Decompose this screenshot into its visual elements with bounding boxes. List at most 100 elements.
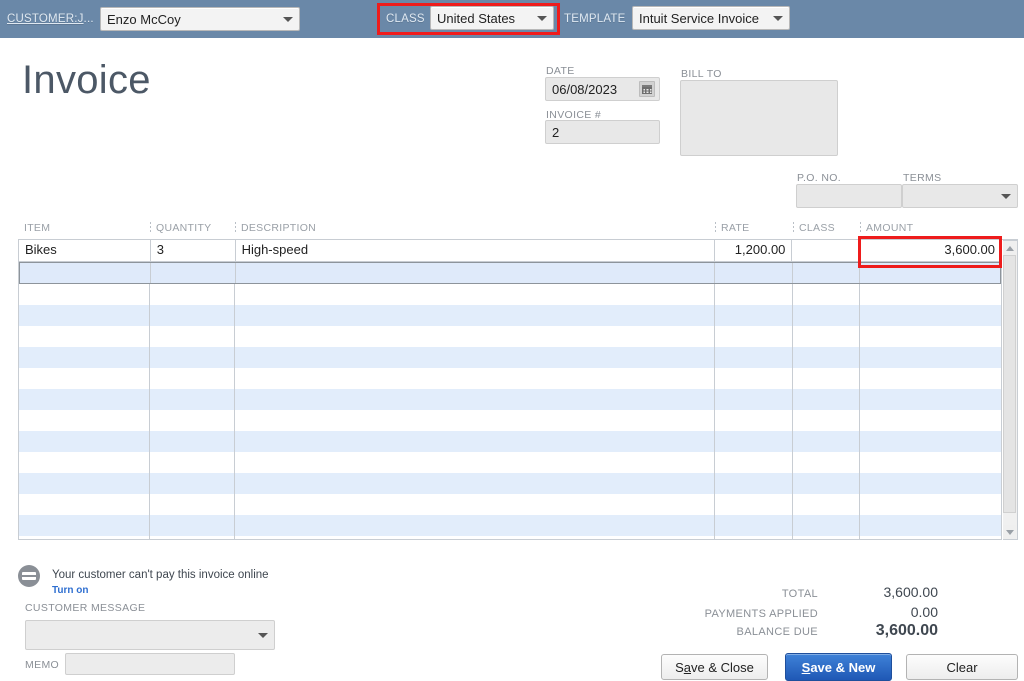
cell-description[interactable] <box>235 368 715 389</box>
cell-amount[interactable] <box>860 410 1000 431</box>
cell-description[interactable] <box>235 515 715 536</box>
turn-on-link[interactable]: Turn on <box>52 585 269 596</box>
cell-item[interactable] <box>19 305 150 326</box>
cell-amount[interactable] <box>860 305 1000 326</box>
cell-item[interactable] <box>19 389 150 410</box>
class-dropdown[interactable]: United States <box>430 6 554 30</box>
template-dropdown[interactable]: Intuit Service Invoice <box>632 6 790 30</box>
cell-quantity[interactable] <box>151 263 236 283</box>
cell-rate[interactable] <box>715 452 793 473</box>
cell-rate[interactable] <box>715 431 793 452</box>
cell-item[interactable] <box>19 284 150 305</box>
grid-scrollbar[interactable] <box>1003 240 1018 540</box>
scrollbar-thumb[interactable] <box>1003 255 1016 513</box>
cell-item[interactable] <box>19 494 150 515</box>
cell-quantity[interactable] <box>150 452 235 473</box>
cell-description[interactable] <box>235 536 715 539</box>
po-number-field[interactable] <box>796 184 902 208</box>
cell-description[interactable]: High-speed <box>236 240 715 261</box>
chevron-down-icon[interactable] <box>279 8 297 30</box>
cell-quantity[interactable] <box>150 431 235 452</box>
cell-item[interactable]: Bikes <box>19 240 151 261</box>
column-header-description[interactable]: DESCRIPTION <box>235 222 715 234</box>
cell-quantity[interactable] <box>150 515 235 536</box>
scroll-up-icon[interactable] <box>1003 241 1016 255</box>
column-header-amount[interactable]: AMOUNT <box>860 222 1000 234</box>
table-row[interactable] <box>19 494 1001 515</box>
cell-amount[interactable]: 3,600.00 <box>859 240 1001 261</box>
cell-class[interactable] <box>793 494 860 515</box>
cell-quantity[interactable] <box>150 326 235 347</box>
cell-rate[interactable] <box>715 263 794 283</box>
cell-class[interactable] <box>793 263 861 283</box>
date-field[interactable]: 06/08/2023 <box>545 77 660 101</box>
cell-quantity[interactable] <box>150 473 235 494</box>
cell-class[interactable] <box>793 536 860 539</box>
cell-amount[interactable] <box>860 515 1000 536</box>
table-row[interactable] <box>19 410 1001 431</box>
calendar-icon[interactable] <box>639 81 655 97</box>
cell-amount[interactable] <box>860 452 1000 473</box>
chevron-down-icon[interactable] <box>769 7 787 29</box>
cell-rate[interactable] <box>715 473 793 494</box>
table-row[interactable] <box>19 536 1001 539</box>
invoice-number-field[interactable]: 2 <box>545 120 660 144</box>
table-row[interactable] <box>19 305 1001 326</box>
chevron-down-icon[interactable] <box>533 7 551 29</box>
cell-item[interactable] <box>19 515 150 536</box>
column-header-rate[interactable]: RATE <box>715 222 793 234</box>
scroll-down-icon[interactable] <box>1003 525 1016 539</box>
cell-class[interactable] <box>793 305 860 326</box>
terms-dropdown[interactable] <box>902 184 1018 208</box>
cell-description[interactable] <box>235 347 715 368</box>
table-row[interactable] <box>19 452 1001 473</box>
column-header-class[interactable]: CLASS <box>793 222 860 234</box>
cell-class[interactable] <box>793 326 860 347</box>
cell-description[interactable] <box>235 326 715 347</box>
cell-class[interactable] <box>793 368 860 389</box>
cell-description[interactable] <box>235 452 715 473</box>
cell-amount[interactable] <box>860 368 1000 389</box>
cell-description[interactable] <box>235 431 715 452</box>
cell-quantity[interactable] <box>150 494 235 515</box>
cell-amount[interactable] <box>860 389 1000 410</box>
cell-class[interactable] <box>793 347 860 368</box>
bill-to-field[interactable] <box>680 80 838 156</box>
table-row[interactable] <box>19 326 1001 347</box>
cell-amount[interactable] <box>860 284 1000 305</box>
cell-rate[interactable] <box>715 410 793 431</box>
customer-job-dropdown[interactable]: Enzo McCoy <box>100 7 300 31</box>
column-header-quantity[interactable]: QUANTITY <box>150 222 235 234</box>
cell-description[interactable] <box>235 284 715 305</box>
table-row[interactable] <box>19 284 1001 305</box>
save-and-new-button[interactable]: Save & New <box>785 653 892 681</box>
cell-amount[interactable] <box>860 431 1000 452</box>
customer-message-dropdown[interactable] <box>25 620 275 650</box>
cell-class[interactable] <box>793 410 860 431</box>
cell-description[interactable] <box>235 473 715 494</box>
cell-quantity[interactable] <box>150 284 235 305</box>
table-row[interactable] <box>19 389 1001 410</box>
table-row[interactable] <box>19 368 1001 389</box>
cell-amount[interactable] <box>860 263 1000 283</box>
memo-field[interactable] <box>65 653 235 675</box>
table-row[interactable] <box>19 431 1001 452</box>
column-header-item[interactable]: ITEM <box>18 222 150 234</box>
cell-description[interactable] <box>235 305 715 326</box>
chevron-down-icon[interactable] <box>254 624 272 646</box>
cell-rate[interactable]: 1,200.00 <box>715 240 793 261</box>
cell-class[interactable] <box>793 431 860 452</box>
cell-quantity[interactable] <box>150 389 235 410</box>
cell-rate[interactable] <box>715 368 793 389</box>
cell-description[interactable] <box>236 263 716 283</box>
cell-description[interactable] <box>235 410 715 431</box>
cell-description[interactable] <box>235 389 715 410</box>
cell-quantity[interactable] <box>150 347 235 368</box>
cell-rate[interactable] <box>715 515 793 536</box>
cell-rate[interactable] <box>715 389 793 410</box>
cell-item[interactable] <box>19 452 150 473</box>
table-row[interactable] <box>19 515 1001 536</box>
cell-quantity[interactable] <box>150 536 235 539</box>
cell-item[interactable] <box>19 431 150 452</box>
table-row[interactable] <box>19 473 1001 494</box>
